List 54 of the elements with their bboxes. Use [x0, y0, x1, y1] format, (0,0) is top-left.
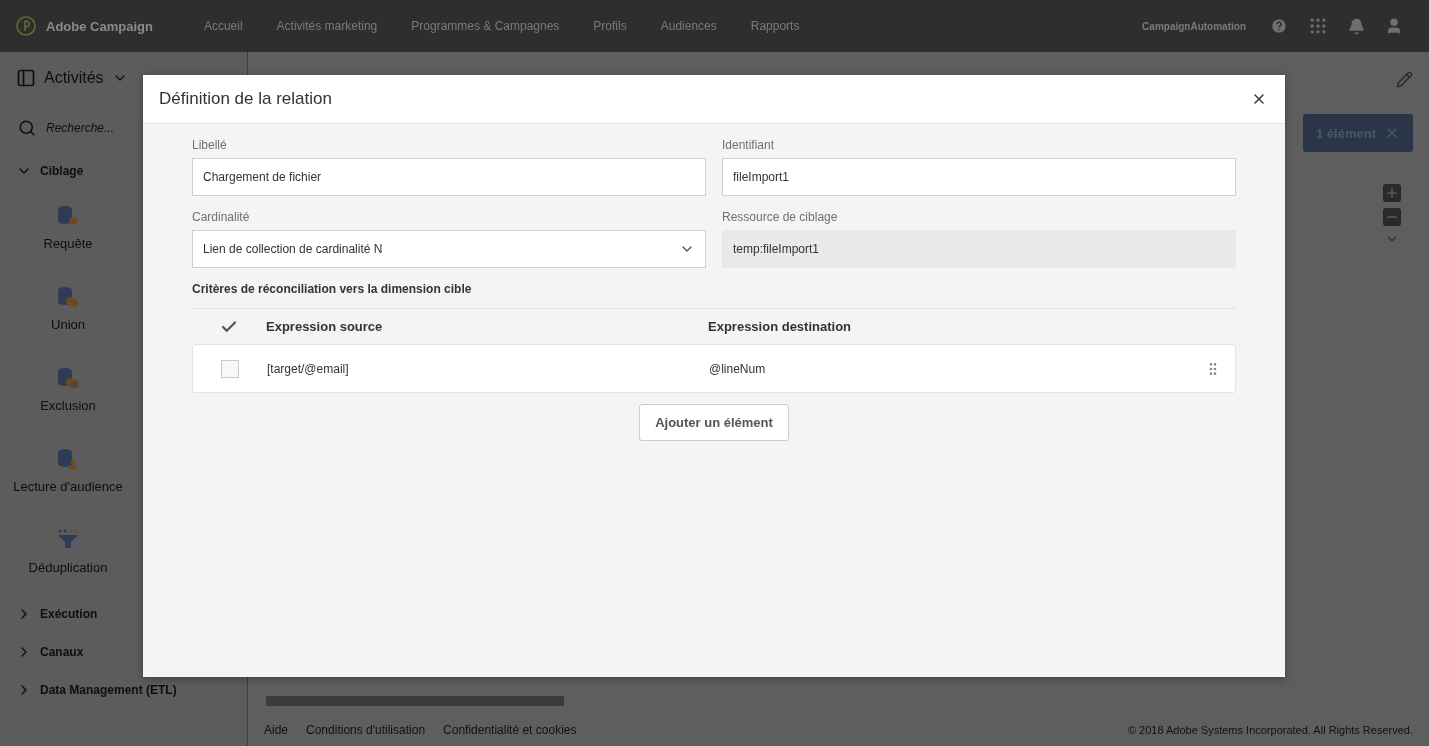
nav-link[interactable]: Rapports — [733, 19, 817, 33]
database-icon — [56, 447, 80, 471]
nav-link[interactable]: Audiences — [643, 19, 734, 33]
column-header: Expression destination — [708, 319, 853, 334]
sidebar-group[interactable]: Exécution — [0, 595, 247, 633]
search-field[interactable]: Recherche... — [44, 120, 194, 136]
sidebar-title[interactable]: Activités — [44, 69, 104, 87]
activity-label[interactable]: Union — [51, 317, 85, 332]
panel-icon[interactable] — [16, 68, 36, 88]
input-field[interactable]: temp:fileImport1 — [722, 230, 1236, 268]
brand-name: Adobe Campaign — [46, 18, 153, 34]
field-label: Libellé — [192, 138, 228, 152]
zoom-in-icon[interactable] — [1383, 184, 1401, 202]
database-icon — [56, 204, 80, 228]
table-row[interactable]: [target/@email] @lineNum — [192, 344, 1236, 393]
sidebar-group[interactable]: Canaux — [0, 633, 247, 671]
database-icon — [56, 285, 80, 309]
avatar-icon[interactable] — [1385, 17, 1403, 35]
section-title: Critères de réconciliation vers la dimension cible — [192, 282, 473, 296]
apps-grid-icon[interactable] — [1308, 16, 1328, 36]
table-cell-text: [target/@email] — [267, 361, 350, 376]
input-field[interactable]: Chargement de fichier — [192, 158, 706, 196]
pencil-icon[interactable] — [1396, 70, 1413, 88]
copyright-text: © 2018 Adobe Systems Incorporated. All Rights Reserved. — [1127, 724, 1413, 736]
activity-label[interactable]: Exclusion — [40, 398, 96, 413]
footer-link[interactable]: Confidentialité et cookies — [443, 723, 577, 737]
scrollbar-thumb[interactable] — [266, 696, 564, 706]
checkbox[interactable] — [221, 359, 239, 378]
input-field[interactable]: fileImport1 — [722, 158, 1236, 196]
dialog-title: Définition de la relation — [159, 89, 332, 109]
nav-link[interactable]: Profils — [576, 19, 644, 33]
user-name[interactable]: CampaignAutomation — [1142, 20, 1246, 32]
nav-link[interactable]: Programmes & Campagnes — [394, 19, 577, 33]
field-label: Identifiant — [722, 138, 776, 152]
field-label: Ressource de ciblage — [722, 210, 839, 224]
footer-link[interactable]: Aide — [264, 723, 289, 737]
database-icon — [56, 366, 80, 390]
activity-label[interactable]: Lecture d'audience — [13, 479, 123, 494]
select-field[interactable]: Lien de collection de cardinalité N — [192, 230, 706, 268]
add-item-button[interactable]: Ajouter un élément — [639, 404, 789, 441]
logo-icon — [16, 16, 36, 36]
field-label: Cardinalité — [192, 210, 251, 224]
table-cell-text: @lineNum — [709, 361, 767, 376]
nav-link[interactable]: Activités marketing — [259, 19, 395, 33]
activity-label[interactable]: Déduplication — [28, 560, 108, 575]
column-header: Expression source — [266, 319, 384, 334]
nav-link[interactable]: Accueil — [186, 19, 260, 33]
footer-link[interactable]: Conditions d'utilisation — [306, 723, 426, 737]
help-icon[interactable] — [1270, 17, 1288, 35]
bell-icon[interactable] — [1348, 17, 1365, 35]
search-icon — [18, 119, 36, 137]
activity-label[interactable]: Requête — [43, 236, 93, 251]
zoom-out-icon[interactable] — [1383, 208, 1401, 226]
sidebar-group[interactable]: Data Management (ETL) — [0, 671, 247, 709]
